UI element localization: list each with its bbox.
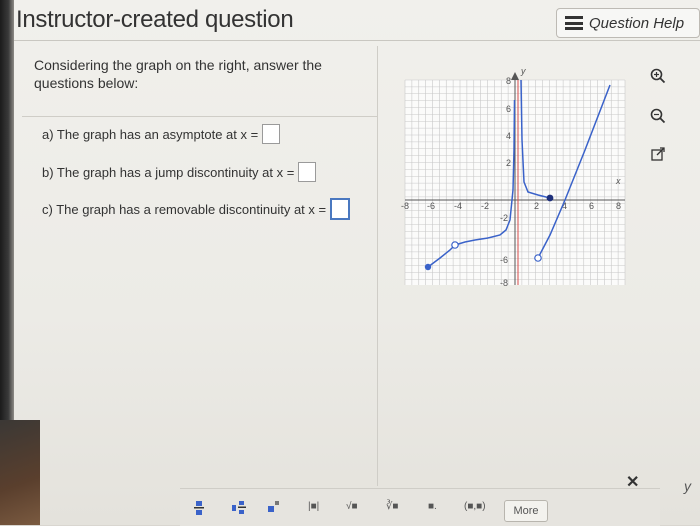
x-tick: -2 bbox=[481, 201, 489, 211]
y-tick: 4 bbox=[506, 131, 511, 141]
x-axis-label: x bbox=[615, 176, 621, 186]
question-c-label: c) The graph has a removable discontinui… bbox=[42, 201, 327, 217]
x-tick: -8 bbox=[401, 201, 409, 211]
y-tick: -6 bbox=[500, 255, 508, 265]
sqrt-icon[interactable]: √■ bbox=[346, 501, 358, 512]
answer-a-input[interactable] bbox=[262, 124, 281, 144]
y-axis-label: y bbox=[520, 66, 526, 76]
list-icon bbox=[565, 16, 583, 30]
x-tick: -4 bbox=[454, 201, 462, 211]
closed-point bbox=[546, 194, 554, 202]
x-tick: -6 bbox=[427, 201, 435, 211]
absolute-value-icon[interactable]: |■| bbox=[308, 501, 319, 512]
y-tick: -8 bbox=[500, 278, 508, 288]
x-tick: 8 bbox=[616, 201, 621, 211]
question-prompt: Considering the graph on the right, answ… bbox=[34, 57, 322, 91]
nth-root-icon[interactable]: ∛■ bbox=[386, 501, 398, 512]
question-c: c) The graph has a removable discontinui… bbox=[42, 198, 351, 220]
prompt-divider bbox=[22, 116, 377, 117]
decimal-icon[interactable]: ■. bbox=[428, 501, 437, 512]
close-toolbar-icon[interactable]: ✕ bbox=[626, 472, 639, 492]
y-tick: -2 bbox=[500, 213, 508, 223]
y-tick: 2 bbox=[506, 158, 511, 168]
y-axis-arrow-icon bbox=[511, 72, 519, 80]
open-point bbox=[534, 254, 542, 262]
mixed-number-icon[interactable] bbox=[232, 501, 246, 518]
corner-glyph: y bbox=[684, 478, 691, 494]
zoom-out-icon[interactable] bbox=[646, 104, 670, 128]
x-tick: 6 bbox=[589, 201, 594, 211]
question-panel: Considering the graph on the right, answ… bbox=[22, 46, 378, 486]
y-tick: 6 bbox=[506, 104, 511, 114]
answer-b-input[interactable] bbox=[298, 162, 317, 182]
function-graph: y x -8 -6 -4 -2 2 4 6 8 8 6 4 2 -2 -6 -8 bbox=[400, 60, 630, 290]
zoom-in-icon[interactable] bbox=[646, 64, 670, 88]
graph-svg: y x -8 -6 -4 -2 2 4 6 8 8 6 4 2 -2 -6 -8 bbox=[401, 66, 626, 288]
external-link-icon[interactable] bbox=[646, 142, 670, 166]
fraction-icon[interactable] bbox=[194, 501, 204, 518]
open-point bbox=[451, 241, 459, 249]
more-button[interactable]: More bbox=[504, 500, 548, 522]
x-tick: 2 bbox=[534, 201, 539, 211]
question-help-button[interactable]: Question Help bbox=[556, 8, 700, 38]
math-toolbar: |■| √■ ∛■ ■. (■,■) bbox=[180, 488, 660, 526]
question-b-label: b) The graph has a jump discontinuity at… bbox=[42, 164, 295, 180]
question-help-label: Question Help bbox=[589, 14, 685, 32]
title-divider bbox=[14, 40, 700, 41]
answer-c-input[interactable] bbox=[330, 198, 351, 220]
question-a: a) The graph has an asymptote at x = bbox=[42, 124, 281, 144]
page-title: Instructor-created question bbox=[16, 6, 294, 33]
y-tick: 8 bbox=[506, 76, 511, 86]
interval-icon[interactable]: (■,■) bbox=[464, 501, 486, 512]
closed-point bbox=[424, 263, 432, 271]
exponent-icon[interactable] bbox=[268, 501, 280, 516]
question-b: b) The graph has a jump discontinuity at… bbox=[42, 162, 317, 182]
question-a-label: a) The graph has an asymptote at x = bbox=[42, 126, 259, 142]
